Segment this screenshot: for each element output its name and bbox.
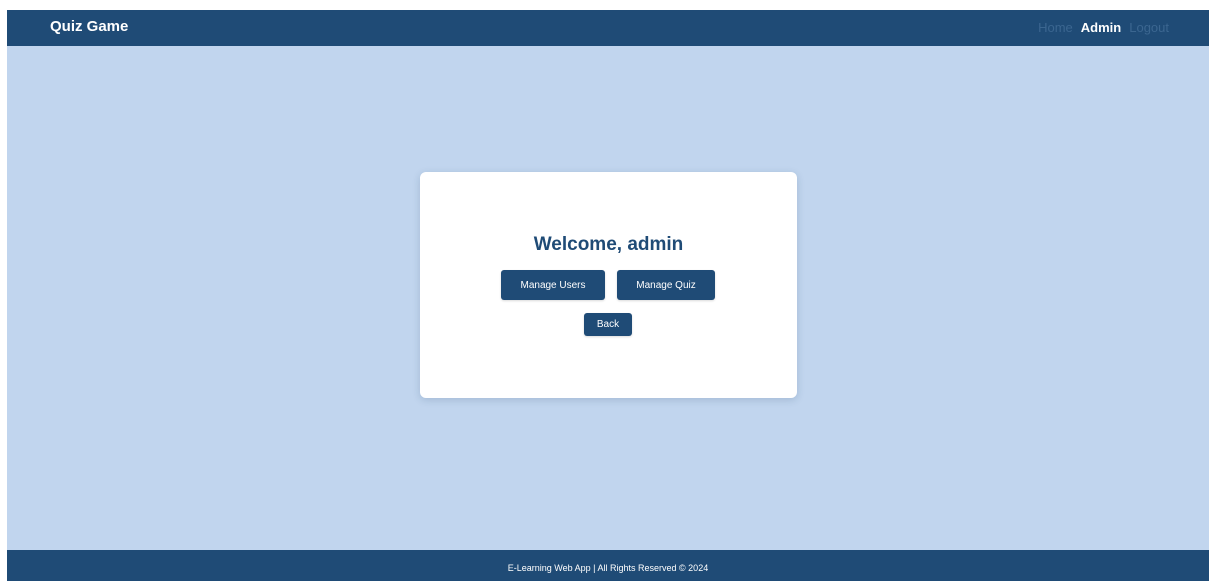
footer: E-Learning Web App | All Rights Reserved…: [7, 550, 1209, 581]
footer-text: E-Learning Web App | All Rights Reserved…: [507, 563, 709, 573]
manage-quiz-button[interactable]: Manage Quiz: [617, 270, 715, 300]
brand-title[interactable]: Quiz Game: [50, 18, 128, 35]
nav-link-home[interactable]: Home: [1038, 20, 1073, 35]
navbar: Quiz Game Home Admin Logout: [7, 10, 1209, 46]
nav-link-logout[interactable]: Logout: [1129, 20, 1169, 35]
back-button[interactable]: Back: [584, 313, 632, 336]
admin-card: Welcome, admin Manage Users Manage Quiz …: [420, 172, 797, 398]
welcome-heading: Welcome, admin: [533, 234, 684, 255]
nav-links: Home Admin Logout: [1038, 20, 1169, 35]
page-frame: Quiz Game Home Admin Logout Welcome, adm…: [7, 10, 1209, 581]
nav-link-admin[interactable]: Admin: [1081, 20, 1121, 35]
manage-users-button[interactable]: Manage Users: [501, 270, 605, 300]
